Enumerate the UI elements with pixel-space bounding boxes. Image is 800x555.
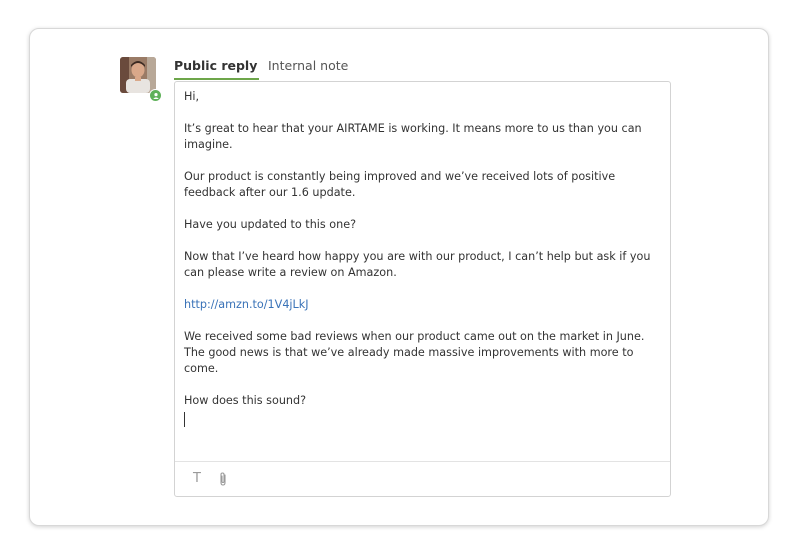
message-paragraph: Now that I’ve heard how happy you are wi… — [184, 250, 651, 279]
editor-toolbar: T — [175, 461, 670, 496]
message-greeting: Hi, — [184, 90, 200, 103]
text-format-icon[interactable]: T — [193, 471, 201, 486]
reply-editor[interactable]: Hi, It’s great to hear that your AIRTAME… — [174, 81, 671, 497]
amazon-review-link[interactable]: http://amzn.to/1V4jLkJ — [184, 298, 309, 311]
message-closing: How does this sound? — [184, 394, 307, 407]
avatar-photo — [120, 57, 156, 93]
online-status-icon — [149, 89, 162, 102]
message-paragraph: Have you updated to this one? — [184, 218, 357, 231]
message-body[interactable]: Hi, It’s great to hear that your AIRTAME… — [184, 89, 662, 427]
avatar — [120, 57, 156, 93]
tab-internal-note[interactable]: Internal note — [268, 58, 348, 73]
attachment-icon[interactable] — [216, 471, 230, 487]
tab-public-reply[interactable]: Public reply — [174, 58, 260, 80]
message-paragraph: It’s great to hear that your AIRTAME is … — [184, 122, 642, 151]
text-cursor — [184, 412, 185, 427]
message-paragraph: Our product is constantly being improved… — [184, 170, 616, 199]
message-paragraph: We received some bad reviews when our pr… — [184, 330, 645, 375]
message-link-line: http://amzn.to/1V4jLkJ — [184, 297, 662, 313]
